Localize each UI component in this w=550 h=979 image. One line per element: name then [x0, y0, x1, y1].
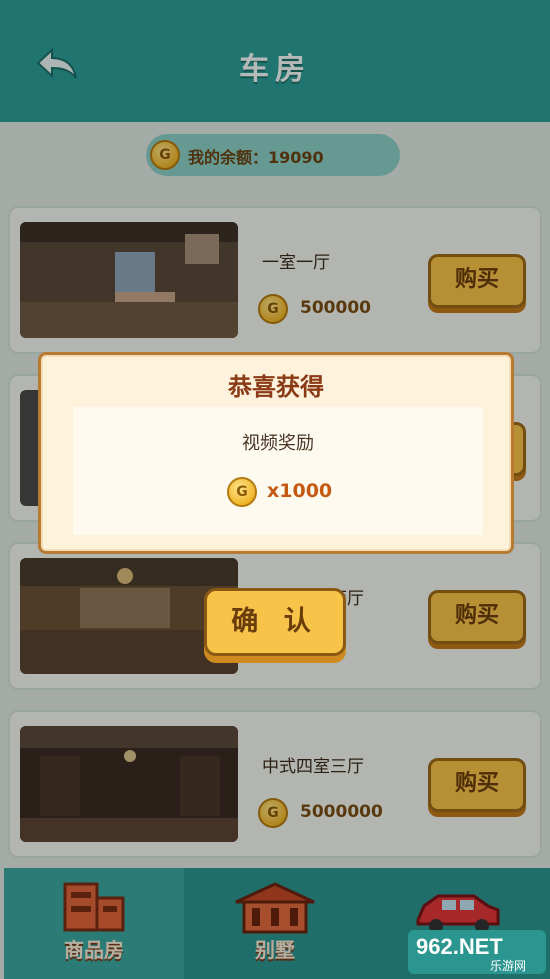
reward-amount: x1000: [267, 480, 333, 502]
svg-text:962.NET: 962.NET: [416, 934, 503, 959]
dialog-content: 视频奖励 G x1000: [73, 407, 483, 535]
reward-dialog: 恭喜获得 视频奖励 G x1000: [38, 352, 514, 554]
coin-icon: G: [227, 477, 257, 507]
confirm-button[interactable]: 确 认: [204, 588, 346, 656]
svg-text:乐游网: 乐游网: [490, 959, 526, 973]
site-watermark-logo: 962.NET 乐游网: [408, 930, 546, 974]
reward-label: 视频奖励: [242, 433, 314, 454]
dialog-title: 恭喜获得: [228, 373, 324, 401]
